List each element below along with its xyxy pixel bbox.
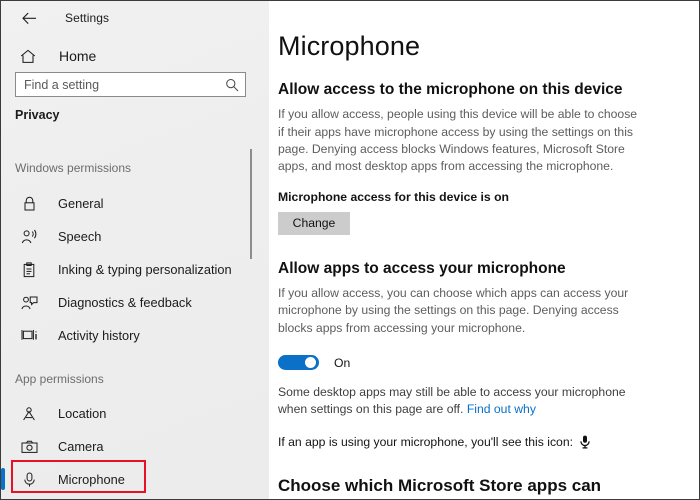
clipboard-icon (15, 261, 43, 278)
lock-icon (15, 196, 43, 212)
sidebar-item-label: Speech (58, 229, 102, 244)
sidebar-group-label-windows-permissions: Windows permissions (15, 161, 132, 175)
sidebar-item-label: Diagnostics & feedback (58, 295, 192, 310)
sidebar-item-location[interactable]: Location (1, 397, 253, 430)
device-access-status: Microphone access for this device is on (278, 189, 509, 204)
apps-access-toggle[interactable] (278, 355, 319, 371)
title-bar: Settings (1, 1, 269, 35)
toggle-knob (305, 357, 316, 369)
camera-icon (15, 440, 43, 454)
apps-access-toggle-row: On (278, 355, 679, 371)
location-pin-icon (15, 406, 43, 422)
apps-access-toggle-label: On (334, 355, 351, 370)
sidebar-item-label: Location (58, 406, 107, 421)
sidebar-selection-indicator (1, 468, 5, 490)
sidebar-item-label: Inking & typing personalization (58, 262, 232, 277)
sidebar-item-label: Microphone (58, 472, 125, 487)
sidebar-item-label: Activity history (58, 328, 140, 343)
store-apps-heading: Choose which Microsoft Store apps can ac… (278, 475, 602, 499)
sidebar-item-label: General (58, 196, 104, 211)
sidebar-group-label-app-permissions: App permissions (15, 372, 104, 386)
sidebar-item-general[interactable]: General (1, 187, 253, 220)
desktop-apps-note-text: Some desktop apps may still be able to a… (278, 385, 626, 417)
back-arrow-icon[interactable] (15, 5, 43, 31)
apps-access-description: If you allow access, you can choose whic… (278, 286, 629, 335)
search-box[interactable] (15, 72, 246, 97)
sidebar: Settings Home Privacy Windows permiss (1, 1, 269, 499)
sidebar-item-diagnostics-feedback[interactable]: Diagnostics & feedback (1, 286, 253, 319)
activity-history-icon (15, 328, 43, 343)
page-title: Microphone (278, 31, 421, 61)
sidebar-item-inking-typing-personalization[interactable]: Inking & typing personalization (1, 253, 253, 286)
home-label: Home (59, 48, 97, 64)
main-content: Microphone Allow access to the microphon… (269, 1, 699, 499)
home-icon (15, 49, 41, 64)
person-feedback-icon (15, 295, 43, 311)
settings-window: Settings Home Privacy Windows permiss (0, 0, 700, 500)
desktop-apps-note: Some desktop apps may still be able to a… (278, 384, 638, 419)
sidebar-item-microphone[interactable]: Microphone (1, 463, 253, 496)
microphone-icon (15, 472, 43, 488)
device-access-description: If you allow access, people using this d… (278, 107, 638, 174)
sidebar-item-home[interactable]: Home (1, 39, 269, 73)
device-access-heading: Allow access to the microphone on this d… (278, 81, 623, 98)
microphone-in-use-hint: If an app is using your microphone, you'… (278, 435, 679, 449)
sidebar-item-speech[interactable]: Speech (1, 220, 253, 253)
apps-access-heading: Allow apps to access your microphone (278, 259, 566, 277)
microphone-icon (580, 435, 590, 449)
search-input[interactable] (16, 77, 219, 92)
person-speaking-icon (15, 229, 43, 245)
sidebar-item-camera[interactable]: Camera (1, 430, 253, 463)
sidebar-item-activity-history[interactable]: Activity history (1, 319, 253, 352)
search-icon[interactable] (219, 78, 245, 92)
sidebar-scrollbar-thumb[interactable] (250, 149, 252, 259)
microphone-in-use-hint-text: If an app is using your microphone, you'… (278, 434, 573, 449)
sidebar-item-label: Camera (58, 439, 104, 454)
find-out-why-link[interactable]: Find out why (467, 402, 536, 416)
change-button[interactable]: Change (278, 211, 350, 235)
sidebar-category-label: Privacy (15, 108, 60, 122)
window-title: Settings (65, 11, 110, 25)
